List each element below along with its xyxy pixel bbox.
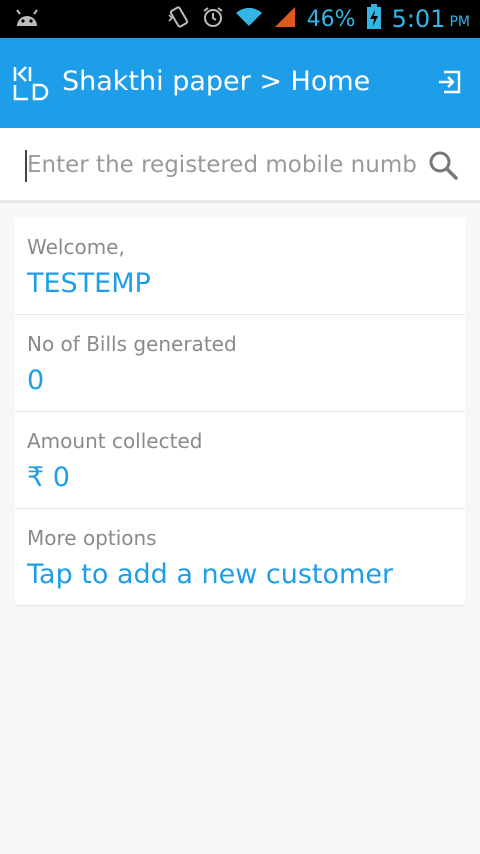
- battery-charging-icon: [366, 4, 382, 34]
- username-value: TESTEMP: [27, 268, 151, 299]
- search-bar: [0, 128, 480, 203]
- welcome-row: Welcome, TESTEMP: [15, 218, 465, 315]
- bills-label: No of Bills generated: [27, 332, 237, 356]
- alarm-icon: [201, 5, 225, 33]
- app-logo-icon: [12, 65, 50, 105]
- mobile-number-input[interactable]: [27, 146, 417, 184]
- signal-icon: [273, 5, 297, 33]
- page-title: Shakthi paper > Home: [62, 66, 371, 97]
- add-customer-row[interactable]: More options Tap to add a new customer: [15, 509, 465, 606]
- exit-icon[interactable]: [436, 69, 462, 99]
- clock-ampm: PM: [449, 14, 470, 30]
- welcome-label: Welcome,: [27, 235, 125, 259]
- amount-row: Amount collected ₹ 0: [15, 412, 465, 509]
- amount-value: ₹ 0: [27, 462, 70, 493]
- search-icon[interactable]: [428, 150, 458, 184]
- add-customer-link[interactable]: Tap to add a new customer: [27, 559, 393, 590]
- bills-row: No of Bills generated 0: [15, 315, 465, 412]
- more-options-label: More options: [27, 526, 157, 550]
- wifi-icon: [235, 6, 263, 32]
- dashboard-card: Welcome, TESTEMP No of Bills generated 0…: [15, 218, 465, 606]
- clock-time: 5:01: [391, 5, 446, 33]
- battery-percent: 46%: [306, 6, 356, 32]
- bills-count: 0: [27, 365, 45, 396]
- android-icon: [14, 8, 40, 34]
- vibrate-icon: [167, 5, 191, 33]
- status-bar: 46% 5:01 PM: [0, 0, 480, 38]
- app-bar: Shakthi paper > Home: [0, 38, 480, 128]
- amount-label: Amount collected: [27, 429, 203, 453]
